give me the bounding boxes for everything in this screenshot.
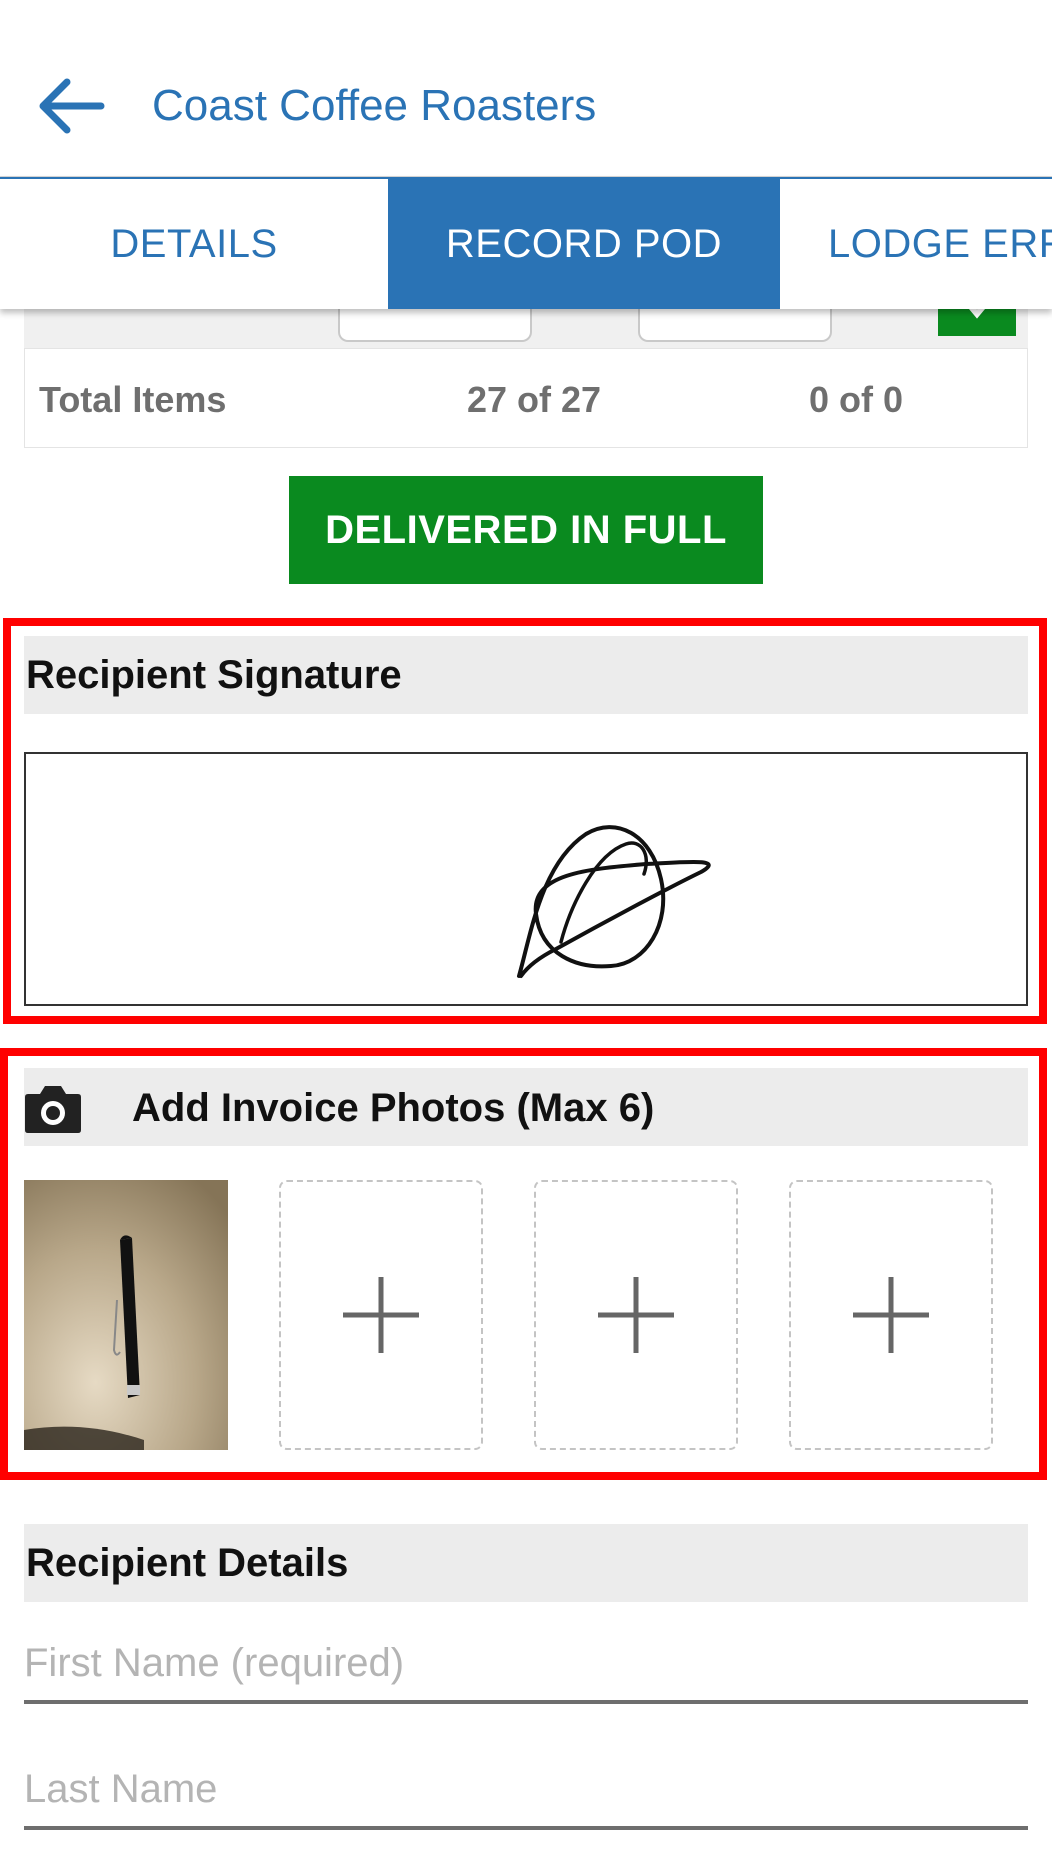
recipient-details-header: Recipient Details (24, 1524, 1028, 1602)
signature-section-title: Recipient Signature (26, 652, 402, 697)
page-title: Coast Coffee Roasters (152, 81, 597, 130)
first-name-field[interactable] (24, 1626, 1028, 1704)
plus-icon (343, 1277, 419, 1353)
tab-lodge-error[interactable]: LODGE ERR (780, 179, 1052, 309)
photos-section-title: Add Invoice Photos (Max 6) (132, 1086, 655, 1130)
photo-pen-image (24, 1180, 228, 1450)
plus-icon (853, 1277, 929, 1353)
last-name-field[interactable] (24, 1752, 1028, 1830)
tab-record-pod[interactable]: RECORD POD (388, 179, 780, 309)
back-button[interactable] (30, 66, 110, 146)
camera-icon[interactable] (24, 1080, 82, 1136)
recipient-details-title: Recipient Details (26, 1540, 349, 1585)
arrow-left-icon (39, 78, 105, 134)
photos-section-header: Add Invoice Photos (Max 6) (24, 1068, 1028, 1146)
total-items-row: Total Items 27 of 27 0 of 0 (24, 348, 1028, 448)
plus-icon (598, 1277, 674, 1353)
app-header: Coast Coffee Roasters (0, 0, 1052, 177)
signature-drawing (517, 825, 711, 978)
add-photo-slot[interactable] (534, 1180, 738, 1450)
signature-section-header: Recipient Signature (24, 636, 1028, 714)
add-photo-slot[interactable] (279, 1180, 483, 1450)
tab-bar: DETAILS RECORD POD LODGE ERR (0, 177, 1052, 309)
signature-pad[interactable] (24, 752, 1028, 1006)
total-items-secondary: 0 of 0 (809, 379, 904, 420)
delivered-in-full-button[interactable]: DELIVERED IN FULL (289, 476, 763, 584)
add-photo-slot[interactable] (789, 1180, 993, 1450)
total-items-label: Total Items (39, 379, 227, 420)
total-items-delivered: 27 of 27 (467, 379, 602, 420)
tab-details[interactable]: DETAILS (0, 179, 388, 309)
invoice-photo-thumbnail[interactable] (24, 1180, 228, 1450)
